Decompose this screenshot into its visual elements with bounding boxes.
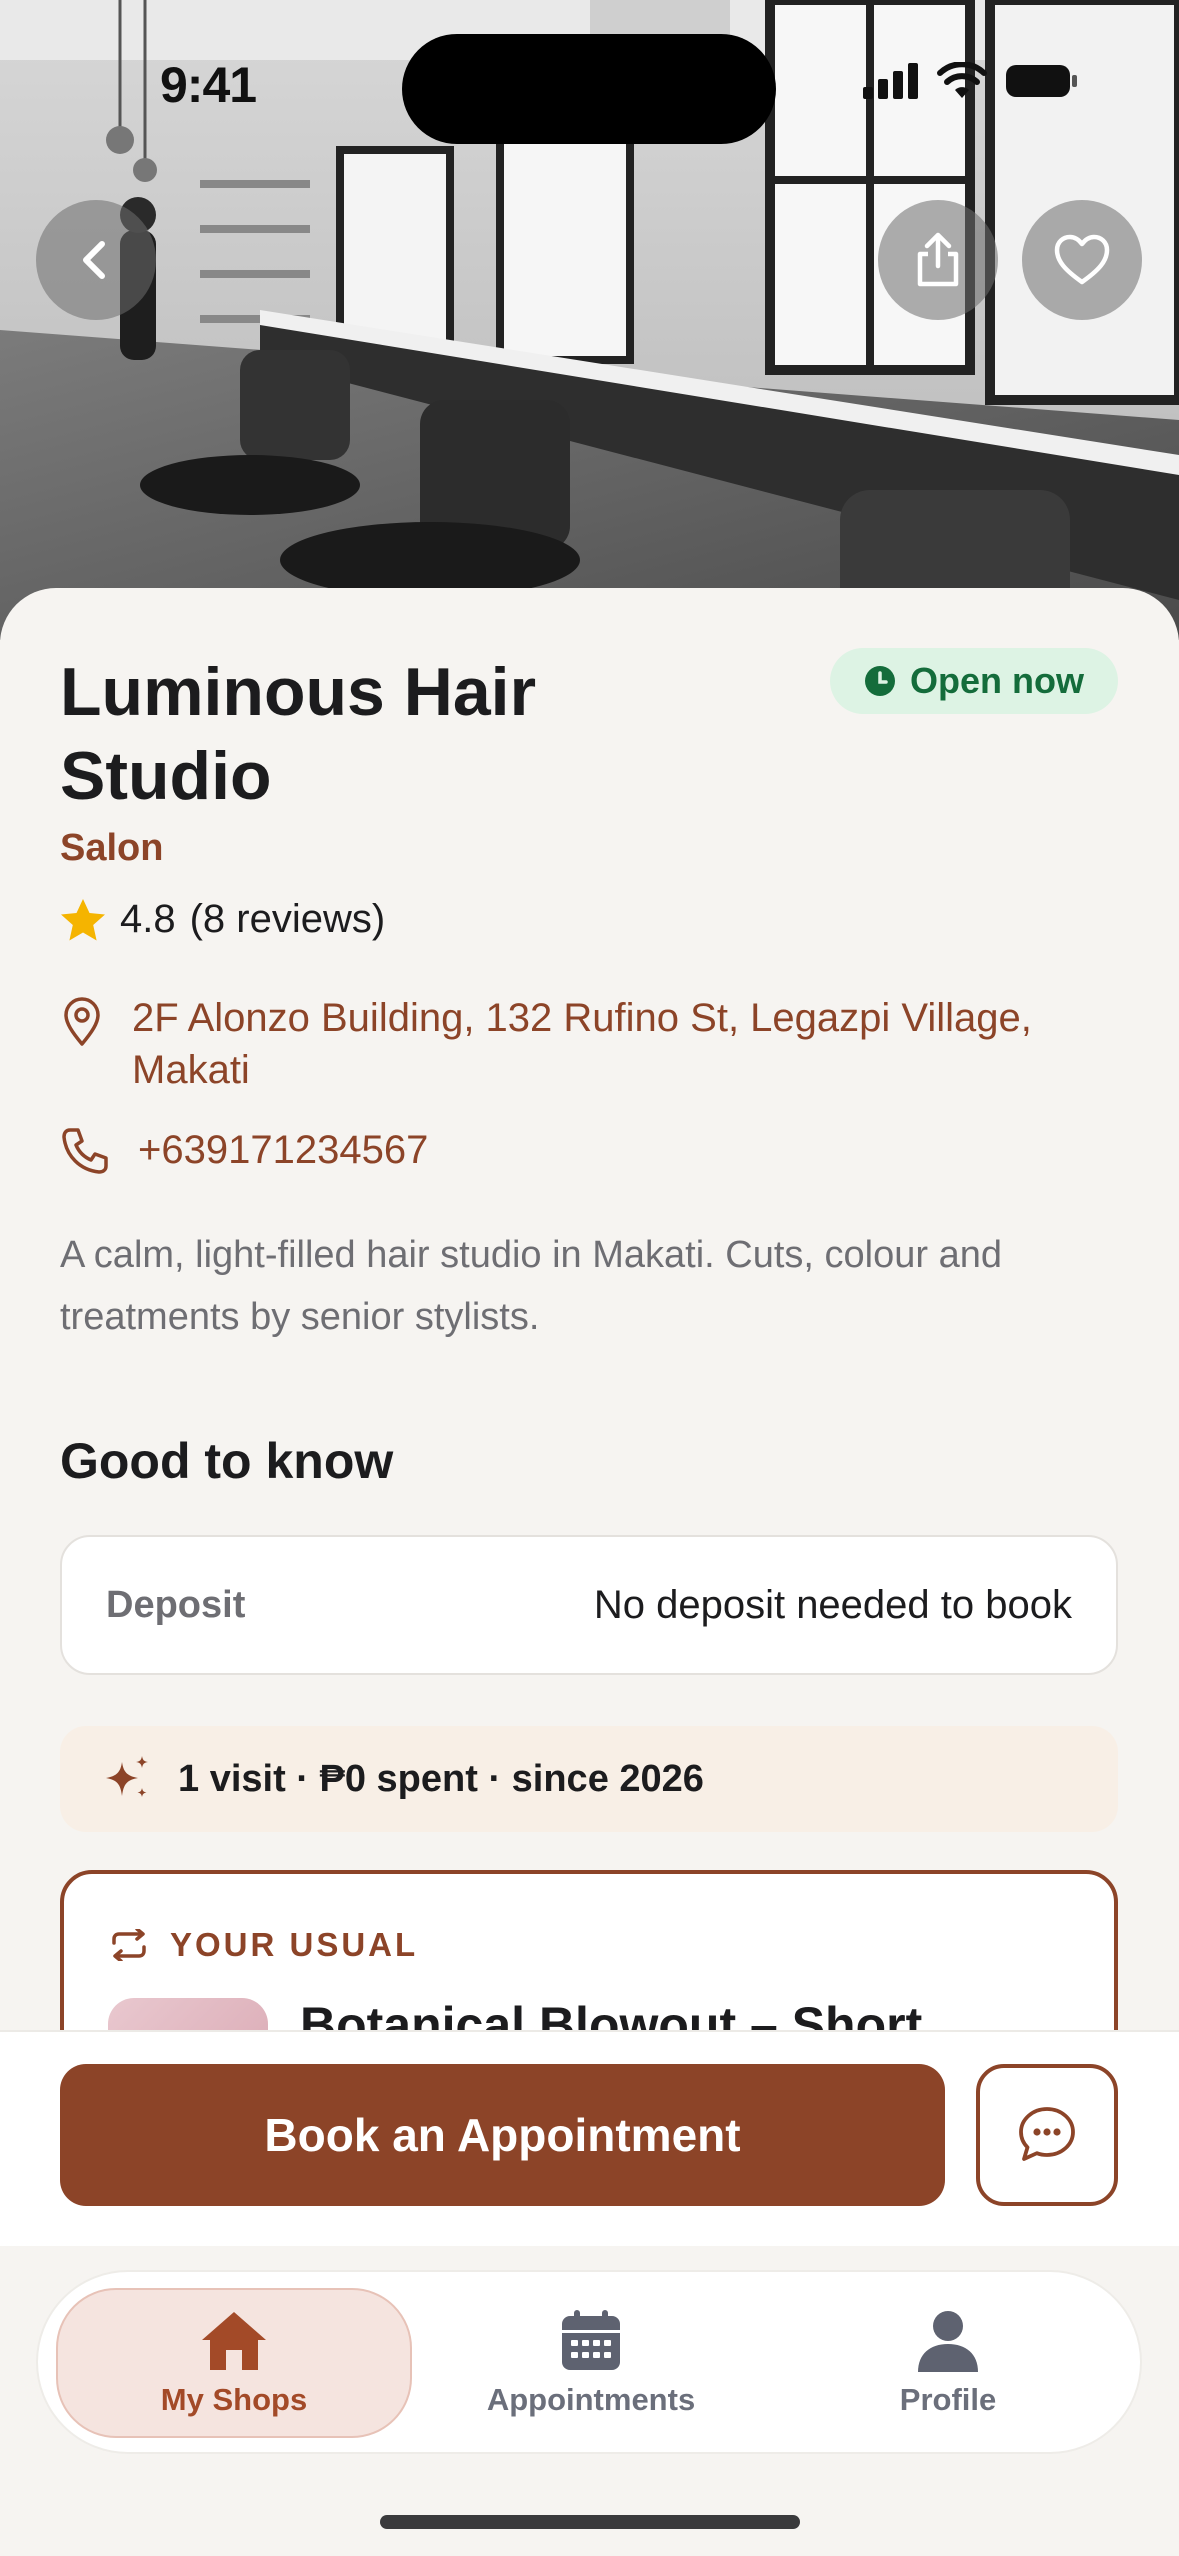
- star-icon: [61, 898, 105, 940]
- open-status-badge: Open now: [830, 648, 1118, 714]
- your-usual-label: YOUR USUAL: [170, 1926, 419, 1963]
- tab-label-appointments: Appointments: [486, 2382, 696, 2417]
- open-status-text: Open now: [910, 660, 1084, 701]
- shop-description: A calm, light-filled hair studio in Maka…: [60, 1234, 1002, 1338]
- location-pin-icon: [64, 997, 100, 1046]
- phone-row[interactable]: +639171234567: [60, 1124, 428, 1176]
- share-button[interactable]: [878, 200, 998, 320]
- home-indicator: [380, 2515, 800, 2529]
- rating-value: 4.8: [120, 897, 176, 941]
- book-appointment-button[interactable]: Book an Appointment: [60, 2064, 945, 2206]
- home-icon: [202, 2312, 266, 2370]
- review-count: (8 reviews): [189, 897, 386, 941]
- loyalty-summary: 1 visit · ₱0 spent · since 2026: [60, 1726, 1118, 1832]
- tab-appointments[interactable]: Appointments: [413, 2288, 769, 2438]
- calendar-icon: [562, 2310, 620, 2370]
- deposit-value: No deposit needed to book: [593, 1582, 1072, 1627]
- sparkles-icon: [106, 1756, 148, 1797]
- message-button[interactable]: [976, 2064, 1118, 2206]
- good-to-know-heading: Good to know: [60, 1433, 394, 1489]
- phone-text: +639171234567: [138, 1128, 429, 1172]
- status-time: 9:41: [160, 57, 257, 113]
- tab-my-shops[interactable]: My Shops: [56, 2288, 412, 2438]
- deposit-card: Deposit No deposit needed to book: [60, 1535, 1118, 1675]
- tab-bar: My Shops Appointments Profile: [36, 2270, 1142, 2454]
- your-usual-header: YOUR USUAL: [110, 1926, 418, 1964]
- dynamic-island: [402, 34, 776, 144]
- rating-row[interactable]: 4.8 (8 reviews): [60, 897, 385, 942]
- address-row[interactable]: 2F Alonzo Building, 132 Rufino St, Legaz…: [60, 992, 1032, 1096]
- favorite-button[interactable]: [1022, 200, 1142, 320]
- tab-profile[interactable]: Profile: [770, 2288, 1126, 2438]
- tab-label-my-shops: My Shops: [160, 2382, 308, 2417]
- back-button[interactable]: [36, 200, 156, 320]
- chat-bubble-icon: [1019, 2107, 1075, 2161]
- tab-label-profile: Profile: [899, 2382, 997, 2417]
- repeat-icon: [112, 1929, 146, 1961]
- status-icons: [863, 62, 1079, 100]
- address-text: 2F Alonzo Building, 132 Rufino St, Legaz…: [132, 996, 1032, 1092]
- clock-icon: [865, 666, 895, 696]
- heart-icon: [1054, 234, 1110, 285]
- wifi-icon: [937, 62, 987, 98]
- share-icon: [917, 232, 959, 287]
- signal-icon: [863, 63, 918, 99]
- shop-name: Luminous Hair Studio: [60, 654, 537, 814]
- deposit-label: Deposit: [106, 1583, 246, 1626]
- person-icon: [918, 2311, 978, 2372]
- battery-icon: [1006, 65, 1077, 97]
- loyalty-text: 1 visit · ₱0 spent · since 2026: [178, 1757, 704, 1800]
- phone-icon: [62, 1128, 108, 1174]
- chevron-left-icon: [83, 241, 105, 279]
- shop-category: Salon: [60, 827, 164, 869]
